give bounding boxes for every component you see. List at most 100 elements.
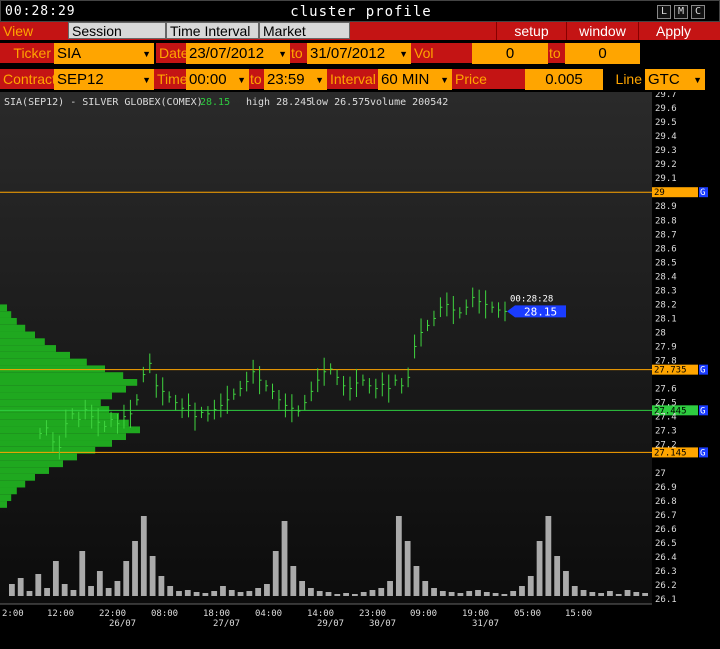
window-button-c[interactable]: C (691, 5, 705, 19)
window-menu-button[interactable]: window (566, 22, 638, 40)
volume-bar (334, 594, 341, 596)
date-tick-label: 27/07 (213, 619, 240, 629)
price-tick-label: 26.1 (655, 595, 677, 605)
volume-bar (536, 541, 543, 596)
price-tick-label: 28.9 (655, 202, 677, 212)
volume-bar (140, 516, 147, 596)
volume-profile-bar (0, 358, 87, 366)
time-tick-label: 12:00 (47, 609, 74, 619)
volume-bar (132, 541, 138, 596)
setup-button[interactable]: setup (496, 22, 566, 40)
volume-profile-bar (0, 473, 35, 481)
volume-bar (545, 516, 552, 596)
volume-profile-bar (0, 494, 12, 502)
date-to-label: to (290, 43, 307, 63)
volume-bar (281, 521, 288, 596)
chart-plot-area[interactable] (0, 92, 652, 604)
volume-bar (607, 591, 613, 596)
price-tick-label: 27.3 (655, 427, 677, 437)
price-tick-label: 28.5 (655, 258, 677, 268)
volume-bar (448, 592, 455, 596)
market-watch-button[interactable]: Market Watch (259, 22, 350, 55)
date-from-select[interactable]: 23/07/2012 ▼ (186, 43, 290, 64)
volume-profile-bar (0, 385, 126, 393)
price-tick-label: 26.4 (655, 553, 677, 563)
volume-profile-bar (0, 331, 35, 339)
volume-bar (17, 578, 24, 596)
volume-profile-bar (0, 440, 112, 447)
price-scale-input[interactable]: 0.005 (525, 69, 603, 90)
time-tick-label: 05:00 (514, 609, 541, 619)
price-level-flag-label: G (700, 366, 705, 376)
last-price-time: 00:28:28 (510, 294, 553, 304)
price-tick-label: 28.1 (655, 314, 677, 324)
volume-profile-bar (0, 324, 26, 332)
chevron-down-icon: ▼ (278, 49, 287, 59)
volume-bar (387, 581, 393, 596)
price-chart-svg[interactable]: 29 G27.735 G27.445 G27.145 G 29.729.629.529.… (0, 92, 720, 649)
volume-bar (114, 581, 121, 596)
last-price-marker-label: 28.15 (524, 305, 557, 318)
volume-bar (580, 590, 587, 596)
volume-bar (167, 586, 174, 596)
volume-bar (633, 592, 640, 596)
volume-profile-bar (0, 351, 70, 359)
price-level-flag-label: G (700, 406, 705, 416)
time-to-select[interactable]: 23:59 ▼ (264, 69, 327, 90)
volume-bar (316, 591, 323, 596)
price-tick-label: 29.3 (655, 146, 677, 156)
volume-bar (404, 541, 411, 596)
price-tick-label: 29.7 (655, 92, 677, 100)
volume-bar (70, 590, 77, 596)
vol-from-input[interactable]: 0 (472, 43, 548, 64)
chart-last-price: 28.15 (200, 97, 230, 108)
volume-bar (158, 576, 165, 596)
chart-low: low 26.575 (310, 97, 370, 108)
price-tick-label: 26.7 (655, 511, 677, 521)
time-from-select[interactable]: 00:00 ▼ (186, 69, 249, 90)
chevron-down-icon: ▼ (237, 75, 246, 85)
ticker-select[interactable]: SIA ▼ (54, 43, 154, 64)
date-tick-label: 29/07 (317, 619, 344, 629)
volume-bar (598, 593, 605, 596)
vol-to-label: to (548, 43, 565, 63)
volume-profile-bar (0, 412, 119, 420)
vol-to-input[interactable]: 0 (565, 43, 640, 64)
chevron-down-icon: ▼ (399, 49, 408, 59)
volume-bar (351, 594, 358, 596)
chevron-down-icon: ▼ (315, 75, 324, 85)
window-button-m[interactable]: M (674, 5, 688, 19)
price-chart[interactable]: 29 G 27.735 G 27.445 G 27.145 G 29.7 29.6 29.5 29.… (0, 92, 720, 649)
apply-button[interactable]: Apply (638, 22, 708, 40)
volume-bar (26, 591, 33, 596)
volume-bar (52, 561, 59, 596)
volume-bar (149, 556, 156, 596)
price-tick-label: 26.6 (655, 525, 677, 535)
time-interval-button[interactable]: Time Interval (166, 22, 259, 39)
price-tick-label: 28 (655, 328, 666, 338)
window-button-l[interactable]: L (657, 5, 671, 19)
volume-bar (35, 574, 42, 596)
volume-bar (79, 551, 86, 596)
session-hours-button[interactable]: Session Hours (68, 22, 166, 55)
date-tick-label: 26/07 (109, 619, 136, 629)
volume-bar (519, 586, 525, 596)
time-to-label: to (249, 69, 264, 89)
volume-profile-bar (0, 460, 63, 468)
volume-bar (527, 576, 534, 596)
volume-bar (422, 581, 429, 596)
volume-bar (413, 566, 420, 596)
view-dom-button[interactable]: View DOM (0, 22, 68, 57)
contract-select[interactable]: SEP12 ▼ (54, 69, 154, 90)
interval-select[interactable]: 60 MIN ▼ (378, 69, 452, 90)
contract-label: Contract (0, 69, 56, 89)
price-tick-label: 28.3 (655, 286, 677, 296)
date-to-select[interactable]: 31/07/2012 ▼ (307, 43, 411, 64)
price-tick-label: 28.2 (655, 300, 677, 310)
price-tick-label: 27.8 (655, 357, 677, 367)
volume-bar (475, 590, 481, 596)
volume-profile-bar (0, 378, 138, 386)
volume-bar (96, 571, 103, 596)
volume-profile-bar (0, 392, 112, 400)
line-select[interactable]: GTC ▼ (645, 69, 705, 90)
